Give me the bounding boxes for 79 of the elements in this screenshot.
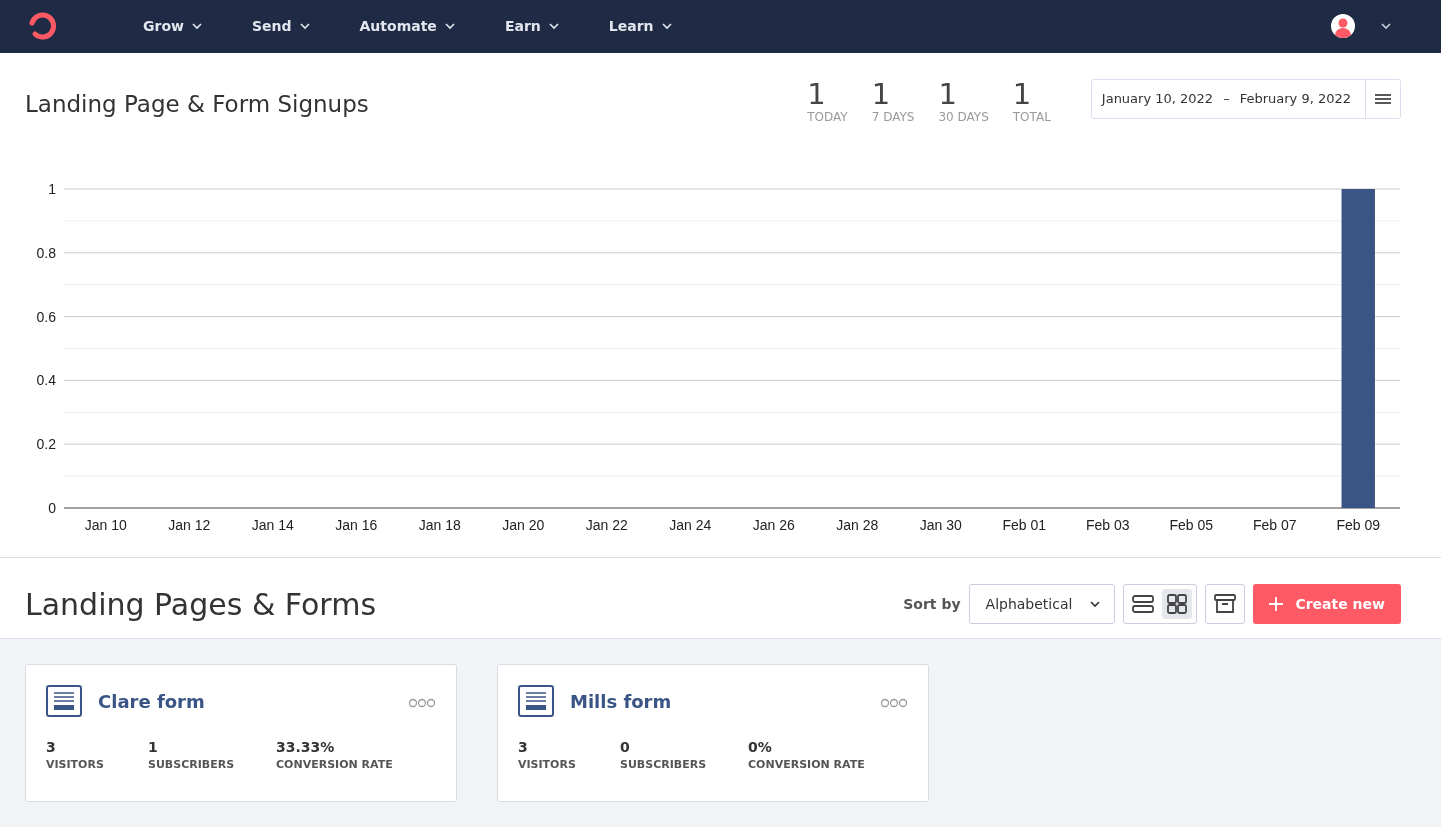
x-tick-label: Feb 05: [1169, 517, 1214, 534]
y-tick-label: 0.2: [36, 436, 56, 453]
y-tick-label: 0.4: [36, 372, 56, 389]
menu-button[interactable]: [1365, 79, 1400, 118]
form-name-link[interactable]: Clare form: [98, 690, 392, 712]
form-card[interactable]: Clare form 3 VISITORS 1 SUBSCRIBERS 33.33% CONVERSION RATE: [25, 664, 457, 802]
form-card[interactable]: Mills form 3 VISITORS 0 SUBSCRIBERS 0% CONVERSION RATE: [497, 664, 929, 802]
stat-value: 1: [807, 78, 827, 111]
end-date: February 9, 2022: [1239, 91, 1351, 107]
nav-menu-item[interactable]: Grow: [118, 18, 227, 35]
menu-icon: [1375, 92, 1391, 105]
sort-label: Sort by: [903, 596, 961, 612]
section-title: Landing Pages & Forms: [25, 586, 376, 622]
metric-value: 0%: [748, 739, 773, 755]
x-tick-label: Feb 01: [1002, 517, 1047, 534]
y-tick-label: 0: [48, 500, 56, 517]
y-tick-label: 0.8: [36, 245, 56, 262]
more-options-icon[interactable]: [408, 696, 436, 706]
archive-icon: [1214, 594, 1237, 614]
plus-icon: [1269, 597, 1284, 611]
x-tick-label: Feb 03: [1085, 517, 1130, 534]
chevron-down-icon: [299, 22, 310, 30]
stat-label: 30 DAYS: [938, 110, 989, 125]
x-tick-label: Jan 30: [919, 517, 962, 534]
y-tick-label: 1: [48, 181, 56, 198]
metric-label: VISITORS: [518, 758, 577, 771]
chevron-down-icon: [444, 22, 455, 30]
x-tick-label: Feb 09: [1336, 517, 1381, 534]
avatar-icon[interactable]: [1331, 14, 1355, 39]
start-date: January 10, 2022: [1101, 91, 1214, 107]
archive-button[interactable]: [1205, 584, 1246, 624]
nav-menu-item[interactable]: Automate: [334, 18, 480, 35]
x-tick-label: Jan 16: [335, 517, 378, 534]
page-title: Landing Page & Form Signups: [25, 90, 369, 117]
chevron-down-icon: [1090, 600, 1101, 608]
date-separator: –: [1223, 91, 1230, 107]
grid-view-icon: [1167, 594, 1188, 614]
y-tick-label: 0.6: [36, 309, 56, 326]
metric-value: 0: [620, 739, 631, 755]
stat-label: TODAY: [807, 110, 848, 125]
x-tick-label: Jan 24: [669, 517, 712, 534]
x-tick-label: Feb 07: [1252, 517, 1297, 534]
metric-value: 1: [148, 739, 159, 755]
x-tick-label: Jan 28: [836, 517, 879, 534]
metric-value: 33.33%: [276, 739, 336, 755]
nav-menu-item[interactable]: Learn: [583, 18, 697, 35]
metric-label: SUBSCRIBERS: [148, 758, 236, 771]
form-icon: [518, 685, 554, 717]
metric-label: VISITORS: [46, 758, 105, 771]
x-tick-label: Jan 12: [168, 517, 211, 534]
metric-value: 3: [46, 739, 57, 755]
x-tick-label: Jan 22: [585, 517, 628, 534]
date-range-picker[interactable]: January 10, 2022 – February 9, 2022: [1090, 78, 1401, 119]
list-view-icon: [1132, 594, 1155, 614]
stat-value: 1: [938, 78, 958, 111]
metric-label: SUBSCRIBERS: [620, 758, 708, 771]
chevron-down-icon: [548, 22, 559, 30]
sort-dropdown[interactable]: Alphabetical: [968, 584, 1116, 624]
nav-menu-item[interactable]: Earn: [479, 18, 584, 35]
stat-value: 1: [871, 78, 892, 111]
stat-label: TOTAL: [1012, 110, 1051, 125]
form-name-link[interactable]: Mills form: [570, 690, 864, 712]
nav-menu-item[interactable]: Send: [226, 18, 335, 35]
metric-label: CONVERSION RATE: [276, 758, 394, 771]
view-button[interactable]: [1162, 589, 1193, 619]
more-options-icon[interactable]: [880, 696, 908, 706]
x-tick-label: Jan 26: [752, 517, 795, 534]
stat-value: 1: [1012, 78, 1033, 111]
x-tick-label: Jan 14: [251, 517, 294, 534]
chevron-down-icon: [191, 22, 202, 30]
metric-value: 3: [518, 739, 529, 755]
stat-label: 7 DAYS: [871, 110, 915, 125]
form-icon: [46, 685, 82, 717]
x-tick-label: Jan 18: [418, 517, 461, 534]
chevron-down-icon[interactable]: [1381, 22, 1391, 30]
x-tick-label: Jan 10: [84, 517, 127, 534]
chevron-down-icon: [661, 22, 672, 30]
metric-label: CONVERSION RATE: [748, 758, 866, 771]
x-tick-label: Jan 20: [502, 517, 545, 534]
